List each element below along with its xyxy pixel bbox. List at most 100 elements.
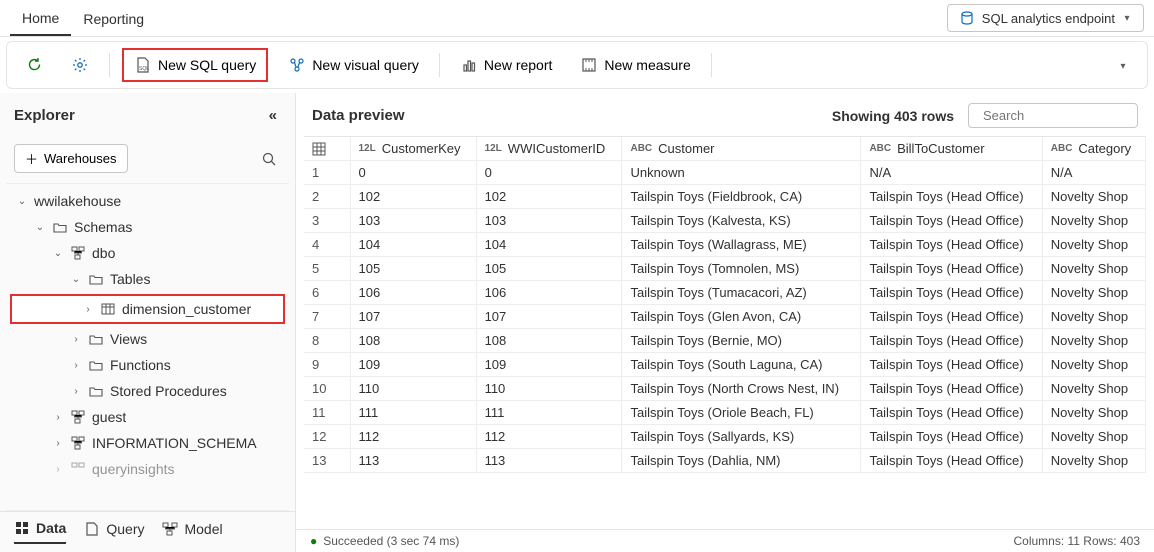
tab-home[interactable]: Home (10, 4, 71, 36)
table-row[interactable]: 2102102Tailspin Toys (Fieldbrook, CA)Tai… (304, 185, 1146, 209)
warehouses-label: Warehouses (44, 151, 117, 166)
cell-customerkey: 106 (350, 281, 476, 305)
schema-icon (70, 245, 86, 261)
cell-category: Novelty Shop (1042, 305, 1145, 329)
cell-billtocustomer: Tailspin Toys (Head Office) (861, 281, 1042, 305)
tree-node-dimension-customer[interactable]: › dimension_customer (10, 294, 285, 324)
endpoint-dropdown[interactable]: SQL analytics endpoint ▾ (947, 4, 1144, 32)
tree-node-queryinsights[interactable]: › queryinsights (6, 456, 289, 482)
tree-node-tables[interactable]: ⌄ Tables (6, 266, 289, 292)
new-sql-query-button[interactable]: SQL New SQL query (122, 48, 268, 82)
search-icon (261, 151, 277, 167)
tree-node-stored-procedures[interactable]: › Stored Procedures (6, 378, 289, 404)
cell-customer: Tailspin Toys (Sallyards, KS) (622, 425, 861, 449)
cell-category: Novelty Shop (1042, 401, 1145, 425)
chevron-right-icon: › (52, 437, 64, 449)
tree-node-views[interactable]: › Views (6, 326, 289, 352)
settings-button[interactable] (63, 52, 97, 78)
column-header-customer[interactable]: ABCCustomer (622, 137, 861, 161)
cell-category: Novelty Shop (1042, 353, 1145, 377)
cell-customer: Tailspin Toys (Kalvesta, KS) (622, 209, 861, 233)
folder-icon (88, 331, 104, 347)
endpoint-label: SQL analytics endpoint (982, 11, 1115, 26)
tree-node-guest[interactable]: › guest (6, 404, 289, 430)
cell-wwicustomerid: 107 (476, 305, 622, 329)
new-report-button[interactable]: New report (452, 52, 560, 78)
cell-wwicustomerid: 106 (476, 281, 622, 305)
search-field[interactable] (983, 108, 1154, 123)
tree-node-dbo[interactable]: ⌄ dbo (6, 240, 289, 266)
row-number: 6 (304, 281, 350, 305)
cell-billtocustomer: Tailspin Toys (Head Office) (861, 425, 1042, 449)
success-icon: ● (310, 534, 317, 548)
new-measure-button[interactable]: New measure (572, 52, 698, 78)
column-header-category[interactable]: ABCCategory (1042, 137, 1145, 161)
bottom-tab-model[interactable]: Model (162, 521, 222, 543)
cell-category: N/A (1042, 161, 1145, 185)
row-number: 7 (304, 305, 350, 329)
column-header-wwicustomerid[interactable]: 12LWWICustomerID (476, 137, 622, 161)
data-preview-table: 12LCustomerKey 12LWWICustomerID ABCCusto… (304, 137, 1146, 473)
row-number: 5 (304, 257, 350, 281)
table-row[interactable]: 9109109Tailspin Toys (South Laguna, CA)T… (304, 353, 1146, 377)
cell-category: Novelty Shop (1042, 185, 1145, 209)
collapse-explorer-button[interactable]: « (265, 103, 281, 128)
refresh-button[interactable] (17, 52, 51, 78)
table-row[interactable]: 13113113Tailspin Toys (Dahlia, NM)Tailsp… (304, 449, 1146, 473)
file-icon (84, 521, 100, 537)
chevron-right-icon: › (52, 463, 64, 475)
refresh-icon (25, 56, 43, 74)
cell-wwicustomerid: 0 (476, 161, 622, 185)
table-row[interactable]: 10110110Tailspin Toys (North Crows Nest,… (304, 377, 1146, 401)
table-row[interactable]: 100UnknownN/AN/A (304, 161, 1146, 185)
column-label: Category (1078, 141, 1131, 156)
new-visual-query-button[interactable]: New visual query (280, 52, 427, 78)
add-warehouses-button[interactable]: ＋ Warehouses (14, 144, 128, 173)
tree-node-lakehouse[interactable]: ⌄ wwilakehouse (6, 188, 289, 214)
grid-icon (14, 520, 30, 536)
measure-icon (580, 56, 598, 74)
column-header-customerkey[interactable]: 12LCustomerKey (350, 137, 476, 161)
tab-reporting[interactable]: Reporting (71, 5, 156, 35)
chevron-right-icon: › (70, 359, 82, 371)
cell-billtocustomer: Tailspin Toys (Head Office) (861, 377, 1042, 401)
cell-customer: Tailspin Toys (Fieldbrook, CA) (622, 185, 861, 209)
table-row[interactable]: 4104104Tailspin Toys (Wallagrass, ME)Tai… (304, 233, 1146, 257)
bottom-tab-query[interactable]: Query (84, 521, 144, 543)
sql-file-icon: SQL (134, 56, 152, 74)
row-header-corner[interactable] (304, 137, 350, 161)
cell-category: Novelty Shop (1042, 209, 1145, 233)
cell-billtocustomer: Tailspin Toys (Head Office) (861, 353, 1042, 377)
folder-icon (88, 271, 104, 287)
row-number: 11 (304, 401, 350, 425)
table-row[interactable]: 7107107Tailspin Toys (Glen Avon, CA)Tail… (304, 305, 1146, 329)
search-input[interactable] (968, 103, 1138, 128)
table-row[interactable]: 11111111Tailspin Toys (Oriole Beach, FL)… (304, 401, 1146, 425)
type-string-icon: ABC (630, 143, 652, 154)
bottom-tab-data[interactable]: Data (14, 520, 66, 544)
cell-customerkey: 105 (350, 257, 476, 281)
explorer-search-button[interactable] (257, 147, 281, 171)
tree-node-functions[interactable]: › Functions (6, 352, 289, 378)
row-number: 4 (304, 233, 350, 257)
row-number: 2 (304, 185, 350, 209)
table-row[interactable]: 12112112Tailspin Toys (Sallyards, KS)Tai… (304, 425, 1146, 449)
row-number: 3 (304, 209, 350, 233)
tree-node-information-schema[interactable]: › INFORMATION_SCHEMA (6, 430, 289, 456)
toolbar-divider (711, 53, 712, 77)
table-row[interactable]: 5105105Tailspin Toys (Tomnolen, MS)Tails… (304, 257, 1146, 281)
table-row[interactable]: 8108108Tailspin Toys (Bernie, MO)Tailspi… (304, 329, 1146, 353)
column-header-billtocustomer[interactable]: ABCBillToCustomer (861, 137, 1042, 161)
cell-billtocustomer: Tailspin Toys (Head Office) (861, 209, 1042, 233)
tree-node-schemas[interactable]: ⌄ Schemas (6, 214, 289, 240)
cell-customer: Tailspin Toys (Tomnolen, MS) (622, 257, 861, 281)
chevron-right-icon: › (70, 333, 82, 345)
chevron-right-icon: › (82, 303, 94, 315)
cell-wwicustomerid: 104 (476, 233, 622, 257)
tree-label: queryinsights (92, 461, 175, 477)
status-cols-rows: Columns: 11 Rows: 403 (1013, 534, 1140, 548)
status-message: Succeeded (3 sec 74 ms) (323, 534, 459, 548)
table-row[interactable]: 6106106Tailspin Toys (Tumacacori, AZ)Tai… (304, 281, 1146, 305)
table-row[interactable]: 3103103Tailspin Toys (Kalvesta, KS)Tails… (304, 209, 1146, 233)
toolbar-overflow-button[interactable]: ▾ (1109, 53, 1137, 77)
